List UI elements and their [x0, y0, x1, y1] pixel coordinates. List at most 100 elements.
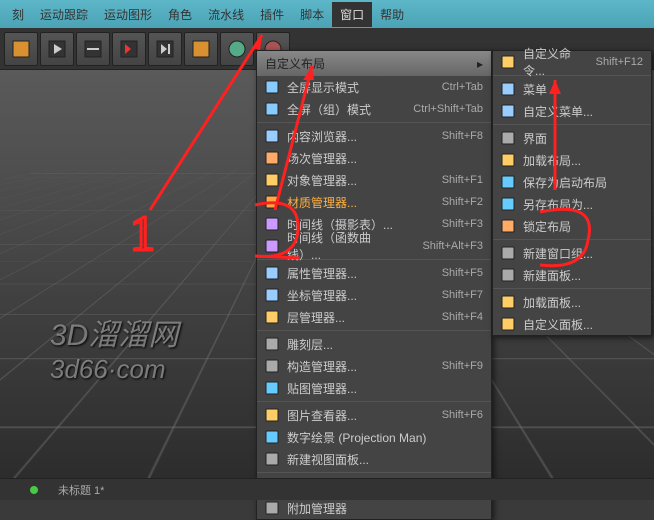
menu-item-label: 锁定布局	[523, 218, 643, 235]
menu-item[interactable]: 数字绘景 (Projection Man)	[257, 426, 491, 448]
menubar-item[interactable]: 脚本	[292, 2, 332, 27]
menu-item[interactable]: 菜单	[493, 78, 651, 100]
toolbar-button[interactable]	[4, 32, 38, 66]
menu-item[interactable]: 全屏（组）模式 Ctrl+Shift+Tab	[257, 98, 491, 120]
browser-icon	[263, 128, 281, 144]
menubar-item[interactable]: 帮助	[372, 2, 412, 27]
menu-item[interactable]: 坐标管理器...Shift+F7	[257, 284, 491, 306]
menu-item[interactable]: 自定义命令...Shift+F12	[493, 51, 651, 73]
menu-item-label: 加载面板...	[523, 294, 643, 311]
menu-item[interactable]: 时间线（函数曲线）...Shift+Alt+F3	[257, 235, 491, 257]
menu-item-label: 雕刻层...	[287, 336, 483, 353]
menu-item[interactable]: 新建面板...	[493, 264, 651, 286]
menu-item[interactable]: 加载布局...	[493, 149, 651, 171]
menu-item-shortcut: Shift+F3	[442, 218, 483, 230]
menubar-item[interactable]: 运动图形	[96, 2, 160, 27]
menu-item[interactable]: 保存为启动布局	[493, 171, 651, 193]
menu-item[interactable]: 场次管理器...	[257, 147, 491, 169]
layout-submenu[interactable]: 自定义命令...Shift+F12 菜单自定义菜单... 界面加载布局... 保存为启…	[492, 50, 652, 336]
sculpt-icon	[263, 336, 281, 352]
menu-item-label: 图片查看器...	[287, 407, 422, 424]
scene-icon	[263, 150, 281, 166]
menu-item-label: 材质管理器...	[287, 194, 422, 211]
statusbar: 未标题 1*	[0, 478, 654, 500]
menubar-item[interactable]: 角色	[160, 2, 200, 27]
menu-item-shortcut: Shift+F1	[442, 174, 483, 186]
fullscreen2-icon	[263, 101, 281, 117]
cmenu-icon	[499, 103, 517, 119]
toolbar-button[interactable]	[112, 32, 146, 66]
menu-item-label: 新建窗口组...	[523, 245, 643, 262]
menu-item-label: 数字绘景 (Projection Man)	[287, 429, 483, 446]
menu-item[interactable]: 贴图管理器...	[257, 377, 491, 399]
menu-item[interactable]: 自定义菜单...	[493, 100, 651, 122]
menubar-item[interactable]: 运动跟踪	[32, 2, 96, 27]
menu-item[interactable]: 新建窗口组...	[493, 242, 651, 264]
pic-icon	[263, 407, 281, 423]
menu-item[interactable]: 雕刻层...	[257, 333, 491, 355]
menu-item[interactable]: 全屏显示模式Ctrl+Tab	[257, 76, 491, 98]
menu-item-label: 内容浏览器...	[287, 128, 422, 145]
menu-item[interactable]: 加载面板...	[493, 291, 651, 313]
menu-item[interactable]: 内容浏览器... Shift+F8	[257, 125, 491, 147]
coord-icon	[263, 287, 281, 303]
chevron-right-icon: ▸	[477, 57, 483, 71]
submenu-header[interactable]: 自定义布局▸	[257, 51, 491, 76]
timeline-icon	[263, 216, 281, 232]
menubar-item[interactable]: 刻	[4, 2, 32, 27]
menubar-item[interactable]: 窗口	[332, 2, 372, 27]
menu-item-label: 加载布局...	[523, 152, 643, 169]
watermark: 3D溜溜网 3d66·com	[50, 310, 178, 385]
build-icon	[263, 358, 281, 374]
toolbar-button[interactable]	[76, 32, 110, 66]
wgroup-icon	[499, 245, 517, 261]
menu-item[interactable]: 材质管理器... Shift+F2	[257, 191, 491, 213]
object-icon	[263, 172, 281, 188]
menu-item[interactable]: 构造管理器...Shift+F9	[257, 355, 491, 377]
menu-item[interactable]: 新建视图面板...	[257, 448, 491, 470]
menu-item-shortcut: Shift+F6	[442, 409, 483, 421]
menu-item-label: 新建面板...	[523, 267, 643, 284]
toolbar-button[interactable]	[148, 32, 182, 66]
menu-item[interactable]: 图片查看器... Shift+F6	[257, 404, 491, 426]
menu-item[interactable]: 附加管理器	[257, 497, 491, 519]
menu-item-shortcut: Shift+F5	[442, 267, 483, 279]
menu-item-shortcut: Shift+F7	[442, 289, 483, 301]
menu-item[interactable]: 锁定布局	[493, 215, 651, 237]
fullscreen-icon	[263, 79, 281, 95]
menu-item[interactable]: 自定义面板...	[493, 313, 651, 335]
menu-item-shortcut: Ctrl+Shift+Tab	[413, 103, 483, 115]
menu-item-label: 时间线（函数曲线）...	[287, 229, 402, 263]
misc-icon	[263, 500, 281, 516]
status-text: 未标题 1*	[58, 482, 104, 498]
cpanel-icon	[499, 316, 517, 332]
menu-item-shortcut: Shift+F8	[442, 130, 483, 142]
cmd-icon	[499, 54, 517, 70]
saveas-icon	[499, 196, 517, 212]
menubar-item[interactable]: 插件	[252, 2, 292, 27]
menubar-item[interactable]: 流水线	[200, 2, 252, 27]
toolbar-button[interactable]	[184, 32, 218, 66]
menubar[interactable]: 刻运动跟踪运动图形角色流水线插件脚本窗口帮助	[0, 0, 654, 28]
toolbar-button[interactable]	[220, 32, 254, 66]
menu-item[interactable]: 另存布局为...	[493, 193, 651, 215]
menu-item-label: 对象管理器...	[287, 172, 422, 189]
save-icon	[499, 174, 517, 190]
lock-icon	[499, 218, 517, 234]
menu-item-shortcut: Shift+F2	[442, 196, 483, 208]
menu-item-label: 自定义命令...	[523, 45, 576, 79]
attr-icon	[263, 265, 281, 281]
menu-item[interactable]: 对象管理器... Shift+F1	[257, 169, 491, 191]
menu-item[interactable]: 界面	[493, 127, 651, 149]
window-menu[interactable]: 自定义布局▸ 全屏显示模式Ctrl+Tab 全屏（组）模式 Ctrl+Shift+T…	[256, 50, 492, 520]
menu-item[interactable]: 层管理器...Shift+F4	[257, 306, 491, 328]
menu-item-label: 全屏（组）模式	[287, 101, 393, 118]
material-icon	[263, 194, 281, 210]
menu-item[interactable]: 属性管理器...Shift+F5	[257, 262, 491, 284]
menu-item-label: 另存布局为...	[523, 196, 643, 213]
toolbar-button[interactable]	[40, 32, 74, 66]
menu-item-label: 构造管理器...	[287, 358, 422, 375]
menu-item-shortcut: Shift+F12	[596, 56, 643, 68]
menu-icon	[499, 81, 517, 97]
layer-icon	[263, 309, 281, 325]
